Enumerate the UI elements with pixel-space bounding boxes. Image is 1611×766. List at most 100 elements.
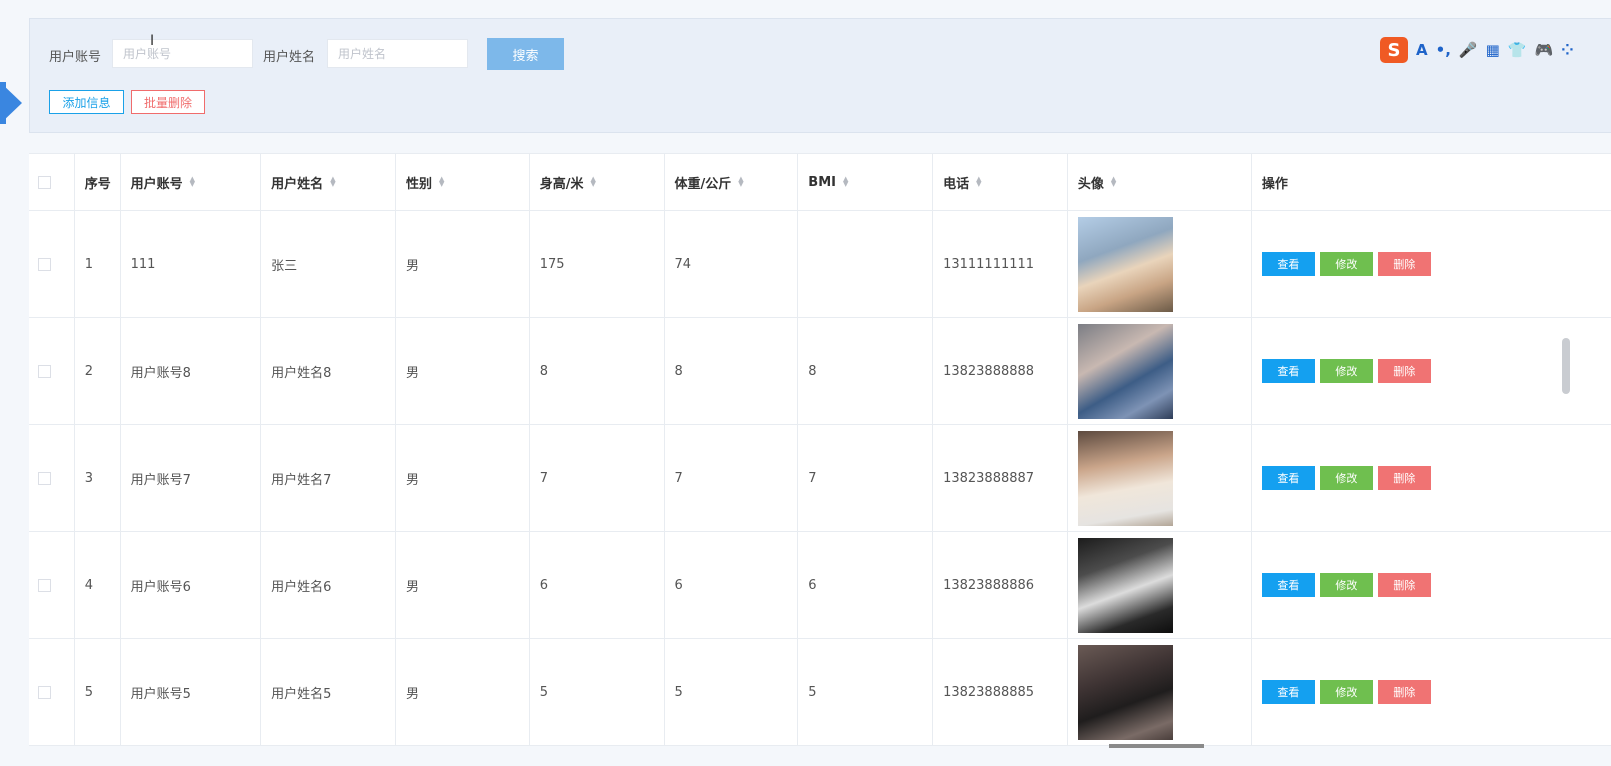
ime-skin-icon[interactable]: 👕 [1508,41,1527,59]
header-account[interactable]: 用户账号 ▲ ▼ [121,154,262,210]
cell-bmi: 8 [798,318,934,424]
ime-game-icon[interactable]: 🎮 [1534,41,1553,59]
cell-account: 用户账号5 [121,639,262,745]
sort-icon[interactable]: ▲ ▼ [330,176,335,188]
cell-actions: 查看 修改 删除 [1252,639,1611,745]
row-checkbox[interactable] [38,257,51,271]
cell-bmi: 5 [798,639,934,745]
cell-height: 7 [530,425,665,531]
vertical-scrollbar[interactable] [1562,338,1570,394]
account-search-input[interactable] [112,39,253,68]
ime-logo-icon[interactable]: S [1380,37,1408,63]
view-button[interactable]: 查看 [1261,466,1315,490]
edit-button[interactable]: 修改 [1319,252,1373,276]
table-row: 5 用户账号5 用户姓名5 男 5 5 5 13823888885 查看 修改 … [29,639,1611,746]
header-weight[interactable]: 体重/公斤 ▲ ▼ [665,154,799,210]
view-button[interactable]: 查看 [1261,359,1315,383]
cell-index: 1 [75,211,121,317]
cell-actions: 查看 修改 删除 [1252,211,1611,317]
row-select-cell [29,318,75,424]
cell-actions: 查看 修改 删除 [1252,532,1611,638]
delete-button[interactable]: 删除 [1377,359,1431,383]
cell-name: 张三 [261,211,396,317]
sort-icon[interactable]: ▲ ▼ [738,176,743,188]
cell-name: 用户姓名8 [261,318,396,424]
ime-punctuation-icon[interactable]: •, [1436,41,1451,59]
header-label: 头像 [1077,176,1104,192]
cell-index: 5 [75,639,121,745]
cell-avatar [1068,639,1252,745]
cell-gender: 男 [396,532,530,638]
delete-button[interactable]: 删除 [1377,680,1431,704]
header-index: 序号 [75,154,121,210]
name-search-input[interactable] [327,39,468,68]
edit-button[interactable]: 修改 [1319,573,1373,597]
sidebar-toggle-arrow-icon[interactable] [0,82,22,124]
avatar[interactable] [1077,216,1173,312]
cell-weight: 6 [665,532,799,638]
sort-icon[interactable]: ▲ ▼ [190,176,195,188]
ime-language-icon[interactable]: A [1416,41,1428,59]
sort-icon[interactable]: ▲ ▼ [439,176,444,188]
cell-weight: 5 [665,639,799,745]
select-all-cell [29,154,75,210]
cell-account: 用户账号8 [121,318,262,424]
header-height[interactable]: 身高/米 ▲ ▼ [530,154,665,210]
header-label: 序号 [84,176,111,192]
row-checkbox[interactable] [38,685,51,699]
header-name[interactable]: 用户姓名 ▲ ▼ [261,154,396,210]
cell-gender: 男 [396,211,530,317]
add-info-button[interactable]: 添加信息 [49,90,124,114]
delete-button[interactable]: 删除 [1377,252,1431,276]
header-phone[interactable]: 电话 ▲ ▼ [933,154,1068,210]
cell-index: 3 [75,425,121,531]
ime-menu-icon[interactable]: ⁘ [1561,41,1574,59]
cell-phone: 13823888886 [933,532,1068,638]
avatar[interactable] [1077,537,1173,633]
search-panel: 用户账号 用户姓名 搜索 添加信息 批量删除 [29,18,1611,133]
edit-button[interactable]: 修改 [1319,359,1373,383]
sort-icon[interactable]: ▲ ▼ [843,176,848,188]
cell-phone: 13823888887 [933,425,1068,531]
header-label: 体重/公斤 [674,176,732,192]
edit-button[interactable]: 修改 [1319,680,1373,704]
row-checkbox[interactable] [38,364,51,378]
edit-button[interactable]: 修改 [1319,466,1373,490]
avatar[interactable] [1077,644,1173,740]
cell-avatar [1068,211,1252,317]
select-all-checkbox[interactable] [38,175,51,189]
next-row-avatar-partial [1109,744,1204,748]
view-button[interactable]: 查看 [1261,573,1315,597]
cell-bmi: 6 [798,532,934,638]
row-checkbox[interactable] [38,471,51,485]
sort-icon[interactable]: ▲ ▼ [1111,176,1116,188]
delete-button[interactable]: 删除 [1377,573,1431,597]
header-label: 电话 [943,176,970,192]
header-gender[interactable]: 性别 ▲ ▼ [396,154,530,210]
cell-account: 111 [121,211,262,317]
header-label: 性别 [405,176,432,192]
header-label: 用户姓名 [271,176,324,192]
avatar[interactable] [1077,430,1173,526]
view-button[interactable]: 查看 [1261,252,1315,276]
cell-weight: 8 [665,318,799,424]
cell-account: 用户账号6 [121,532,262,638]
avatar[interactable] [1077,323,1173,419]
header-avatar[interactable]: 头像 ▲ ▼ [1068,154,1252,210]
delete-button[interactable]: 删除 [1377,466,1431,490]
cell-name: 用户姓名5 [261,639,396,745]
bulk-delete-button[interactable]: 批量删除 [131,90,205,114]
sort-icon[interactable]: ▲ ▼ [976,176,981,188]
ime-voice-icon[interactable]: 🎤 [1459,41,1478,59]
row-checkbox[interactable] [38,578,51,592]
table-row: 2 用户账号8 用户姓名8 男 8 8 8 13823888888 查看 修改 … [29,318,1611,425]
search-button[interactable]: 搜索 [487,38,564,70]
header-bmi[interactable]: BMI ▲ ▼ [798,154,934,210]
ime-keyboard-icon[interactable]: ▦ [1486,41,1500,59]
sort-icon[interactable]: ▲ ▼ [590,176,595,188]
cell-name: 用户姓名7 [261,425,396,531]
cell-bmi [798,211,934,317]
view-button[interactable]: 查看 [1261,680,1315,704]
user-table: 序号 用户账号 ▲ ▼ 用户姓名 ▲ ▼ 性别 ▲ ▼ 身高/米 ▲ ▼ 体重/公斤 ▲ ▼ BMI… [29,153,1611,746]
cell-height: 6 [530,532,665,638]
